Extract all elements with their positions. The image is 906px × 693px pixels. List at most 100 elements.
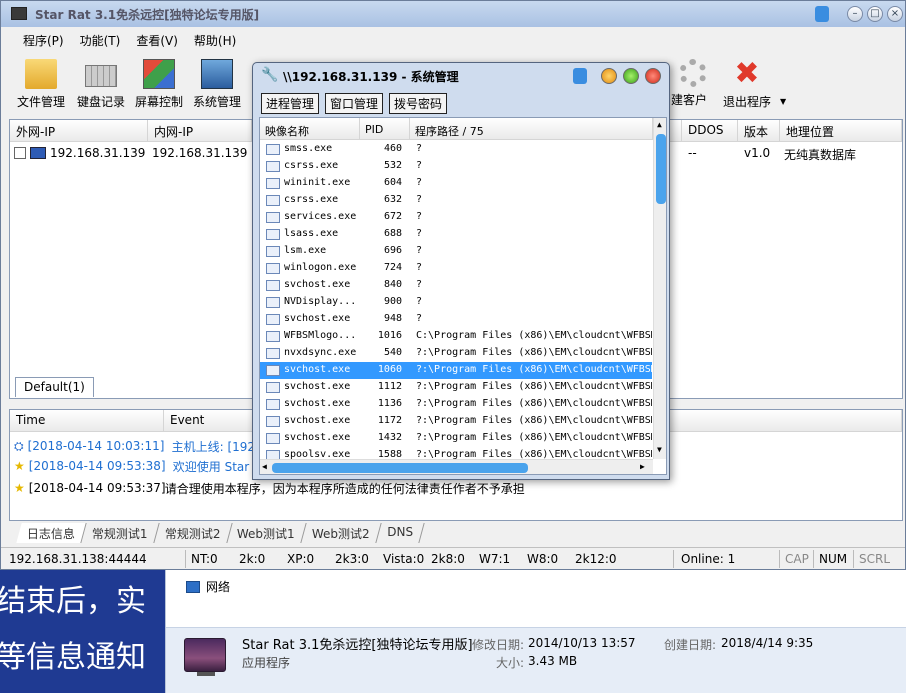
keylogger-button[interactable]: 键盘记录 <box>77 55 125 110</box>
status-online: Online: 1 <box>681 552 736 566</box>
tab-dns[interactable]: DNS <box>376 523 425 543</box>
process-name: wininit.exe <box>284 177 351 188</box>
process-row[interactable]: svchost.exe 1172 ?:\Program Files (x86)\EM… <box>260 413 652 430</box>
file-manager-button[interactable]: 文件管理 <box>17 55 65 110</box>
modified-value: 2014/10/13 13:57 <box>528 636 636 650</box>
tab-web-test-1[interactable]: Web测试1 <box>226 523 307 543</box>
process-path: ?:\Program Files (x86)\EM\cloudcnt\WFBSM <box>416 347 652 358</box>
process-row[interactable]: wininit.exe 604? <box>260 175 652 192</box>
close-button[interactable] <box>645 68 661 84</box>
minimize-button[interactable]: – <box>847 6 863 22</box>
tab-default-group[interactable]: Default(1) <box>15 377 94 397</box>
log-row[interactable]: ★ [2018-04-14 09:53:38] 欢迎使用 Star R <box>14 456 261 476</box>
process-pid: 1016 <box>377 330 402 341</box>
column-pid[interactable]: PID <box>360 118 410 140</box>
build-client-button[interactable]: 建客户 <box>671 55 707 108</box>
process-row[interactable]: svchost.exe 1060 ?:\Program Files (x86)\EM… <box>260 362 652 379</box>
screen-control-button[interactable]: 屏幕控制 <box>135 55 183 110</box>
process-pid: 724 <box>383 262 402 273</box>
process-row[interactable]: lsass.exe 688? <box>260 226 652 243</box>
process-row[interactable]: nvxdsync.exe 540 ?:\Program Files (x86)\EM… <box>260 345 652 362</box>
gear-icon <box>679 59 707 87</box>
tab-dial-password[interactable]: 拨号密码 <box>389 93 448 114</box>
tab-normal-test-2[interactable]: 常规测试2 <box>153 523 232 543</box>
red-x-icon: ✖ <box>734 56 760 91</box>
tab-web-test-2[interactable]: Web测试2 <box>301 523 382 543</box>
process-row[interactable]: NVDisplay... 900? <box>260 294 652 311</box>
close-button[interactable]: × <box>887 6 903 22</box>
status-w8: W8:0 <box>527 552 559 566</box>
process-row[interactable]: svchost.exe 1136 ?:\Program Files (x86)\EM… <box>260 396 652 413</box>
process-path: ?:\Program Files (x86)\EM\cloudcnt\WFBSM <box>416 398 652 409</box>
status-num: NUM <box>819 552 848 566</box>
exit-button[interactable]: ✖ 退出程序 <box>723 55 771 110</box>
status-xp: XP:0 <box>287 552 315 566</box>
menu-help[interactable]: 帮助(H) <box>186 28 244 50</box>
skin-icon[interactable] <box>573 68 587 84</box>
status-2k: 2k:0 <box>239 552 266 566</box>
status-2k8: 2k8:0 <box>431 552 465 566</box>
column-time[interactable]: Time <box>10 410 164 432</box>
process-row[interactable]: svchost.exe 1432 ?:\Program Files (x86)\EM… <box>260 430 652 447</box>
maximize-button[interactable] <box>623 68 639 84</box>
scroll-up-icon[interactable]: ▲ <box>657 120 662 129</box>
scroll-down-icon[interactable]: ▼ <box>657 445 662 454</box>
column-version[interactable]: 版本 <box>738 120 780 142</box>
screen-control-label: 屏幕控制 <box>135 95 184 109</box>
column-ddos[interactable]: DDOS <box>682 120 738 142</box>
log-time: [2018-04-14 09:53:37] <box>28 481 166 495</box>
process-path: ?:\Program Files (x86)\EM\cloudcnt\WFBSM <box>416 415 652 426</box>
status-nt: NT:0 <box>191 552 218 566</box>
scrollbar-thumb[interactable] <box>656 134 666 204</box>
network-icon <box>186 580 200 593</box>
process-path: ? <box>416 228 423 239</box>
host-checkbox[interactable] <box>14 147 26 159</box>
process-path: ? <box>416 296 423 307</box>
horizontal-scrollbar[interactable]: ◀ ▶ <box>260 459 653 474</box>
menu-view[interactable]: 查看(V) <box>128 28 186 50</box>
process-pid: 540 <box>383 347 402 358</box>
process-row[interactable]: winlogon.exe 724? <box>260 260 652 277</box>
process-row[interactable]: smss.exe 460? <box>260 141 652 158</box>
scroll-right-icon[interactable]: ▶ <box>640 462 645 471</box>
vertical-scrollbar[interactable]: ▲ ▼ <box>653 118 666 459</box>
process-row[interactable]: lsm.exe 696? <box>260 243 652 260</box>
menu-program[interactable]: 程序(P) <box>15 28 72 50</box>
status-bar: 192.168.31.138:44444 NT:0 2k:0 XP:0 2k3:… <box>1 547 905 569</box>
dialog-title: \\192.168.31.139 - 系统管理 <box>283 70 459 84</box>
process-row[interactable]: svchost.exe 1112 ?:\Program Files (x86)\EM… <box>260 379 652 396</box>
process-row[interactable]: svchost.exe 840? <box>260 277 652 294</box>
maximize-button[interactable]: □ <box>867 6 883 22</box>
created-label: 创建日期: <box>664 638 717 652</box>
column-lan-ip[interactable]: 内网-IP <box>148 120 252 142</box>
process-row[interactable]: csrss.exe 532? <box>260 158 652 175</box>
process-row[interactable]: svchost.exe 948? <box>260 311 652 328</box>
network-nav-item[interactable]: 网络 <box>186 578 230 595</box>
log-event: 主机上线: [192 <box>171 439 256 454</box>
tab-log-info[interactable]: 日志信息 <box>16 523 87 543</box>
process-name: smss.exe <box>284 143 333 154</box>
column-image-name[interactable]: 映像名称 <box>260 118 360 140</box>
process-row[interactable]: WFBSMlogo... 1016 C:\Program Files (x86)\E… <box>260 328 652 345</box>
minimize-button[interactable] <box>601 68 617 84</box>
column-wan-ip[interactable]: 外网-IP <box>10 120 148 142</box>
menu-function[interactable]: 功能(T) <box>72 28 129 50</box>
log-row[interactable]: ⛭ [2018-04-14 10:03:11] 主机上线: [192 <box>14 436 255 456</box>
process-pid: 1112 <box>377 381 402 392</box>
skin-icon[interactable] <box>815 6 829 22</box>
tab-window-manager[interactable]: 窗口管理 <box>325 93 384 114</box>
process-icon <box>266 331 280 342</box>
status-cap: CAP <box>785 552 809 566</box>
system-manager-button[interactable]: 系统管理 <box>193 55 241 110</box>
scroll-left-icon[interactable]: ◀ <box>262 462 267 471</box>
app-monitor-icon <box>184 638 226 676</box>
process-row[interactable]: services.exe 672? <box>260 209 652 226</box>
tab-process-manager[interactable]: 进程管理 <box>261 93 320 114</box>
log-row[interactable]: ★ [2018-04-14 09:53:37] 请合理使用本程序，因为本程序所造… <box>14 478 525 498</box>
column-location[interactable]: 地理位置 <box>780 120 902 142</box>
tab-normal-test-1[interactable]: 常规测试1 <box>81 523 160 543</box>
process-row[interactable]: csrss.exe 632? <box>260 192 652 209</box>
toolbar-overflow-icon[interactable]: ▼ <box>780 97 786 106</box>
scrollbar-thumb[interactable] <box>272 463 528 473</box>
column-path[interactable]: 程序路径 / 75 <box>410 118 653 140</box>
